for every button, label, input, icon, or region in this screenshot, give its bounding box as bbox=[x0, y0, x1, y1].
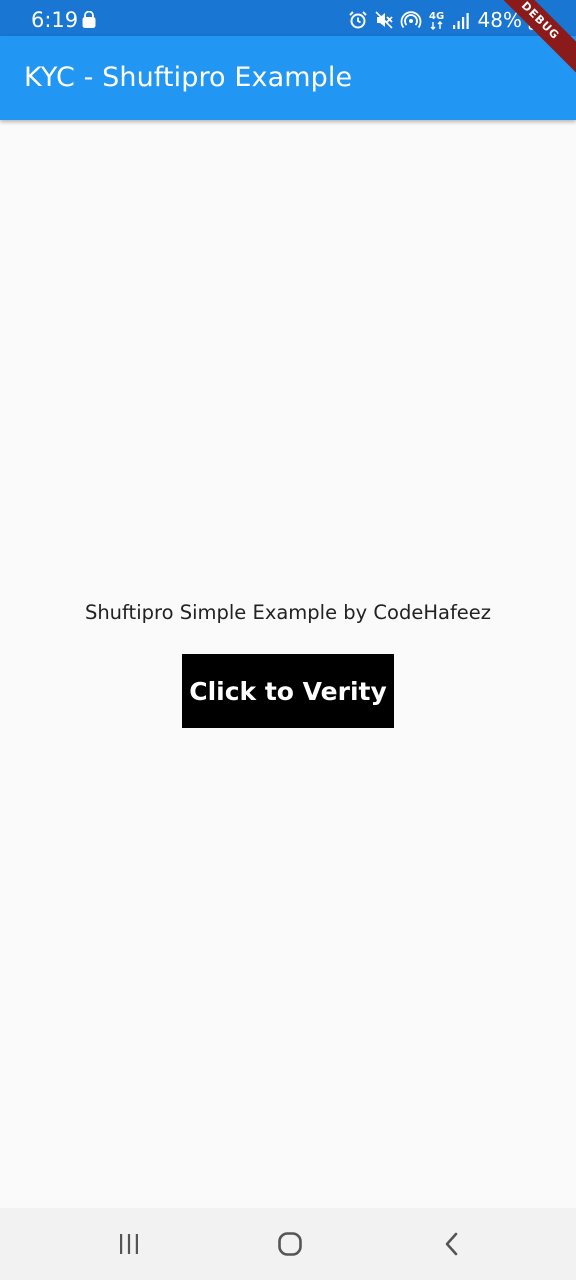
mute-icon bbox=[374, 10, 394, 30]
app-title: KYC - Shuftipro Example bbox=[24, 62, 353, 93]
status-bar: 6:19 4G 48% bbox=[0, 0, 576, 36]
4g-icon: 4G bbox=[428, 9, 446, 31]
signal-icon bbox=[452, 10, 470, 30]
description-text: Shuftipro Simple Example by CodeHafeez bbox=[84, 601, 492, 624]
home-icon[interactable] bbox=[270, 1228, 310, 1260]
nav-bar bbox=[0, 1208, 576, 1280]
svg-text:4G: 4G bbox=[429, 11, 444, 22]
verify-button[interactable]: Click to Verity bbox=[182, 654, 394, 728]
app-bar: KYC - Shuftipro Example bbox=[0, 36, 576, 120]
shopping-bag-icon bbox=[80, 10, 98, 29]
hotspot-icon bbox=[400, 10, 422, 30]
recent-apps-icon[interactable] bbox=[109, 1228, 149, 1260]
back-icon[interactable] bbox=[432, 1228, 472, 1260]
status-time: 6:19 bbox=[31, 8, 79, 32]
alarm-icon bbox=[348, 10, 368, 30]
status-icons: 4G 48% bbox=[348, 9, 540, 31]
screen: 6:19 4G 48% KYC - Shuftipro Example DEBU… bbox=[0, 0, 576, 1280]
